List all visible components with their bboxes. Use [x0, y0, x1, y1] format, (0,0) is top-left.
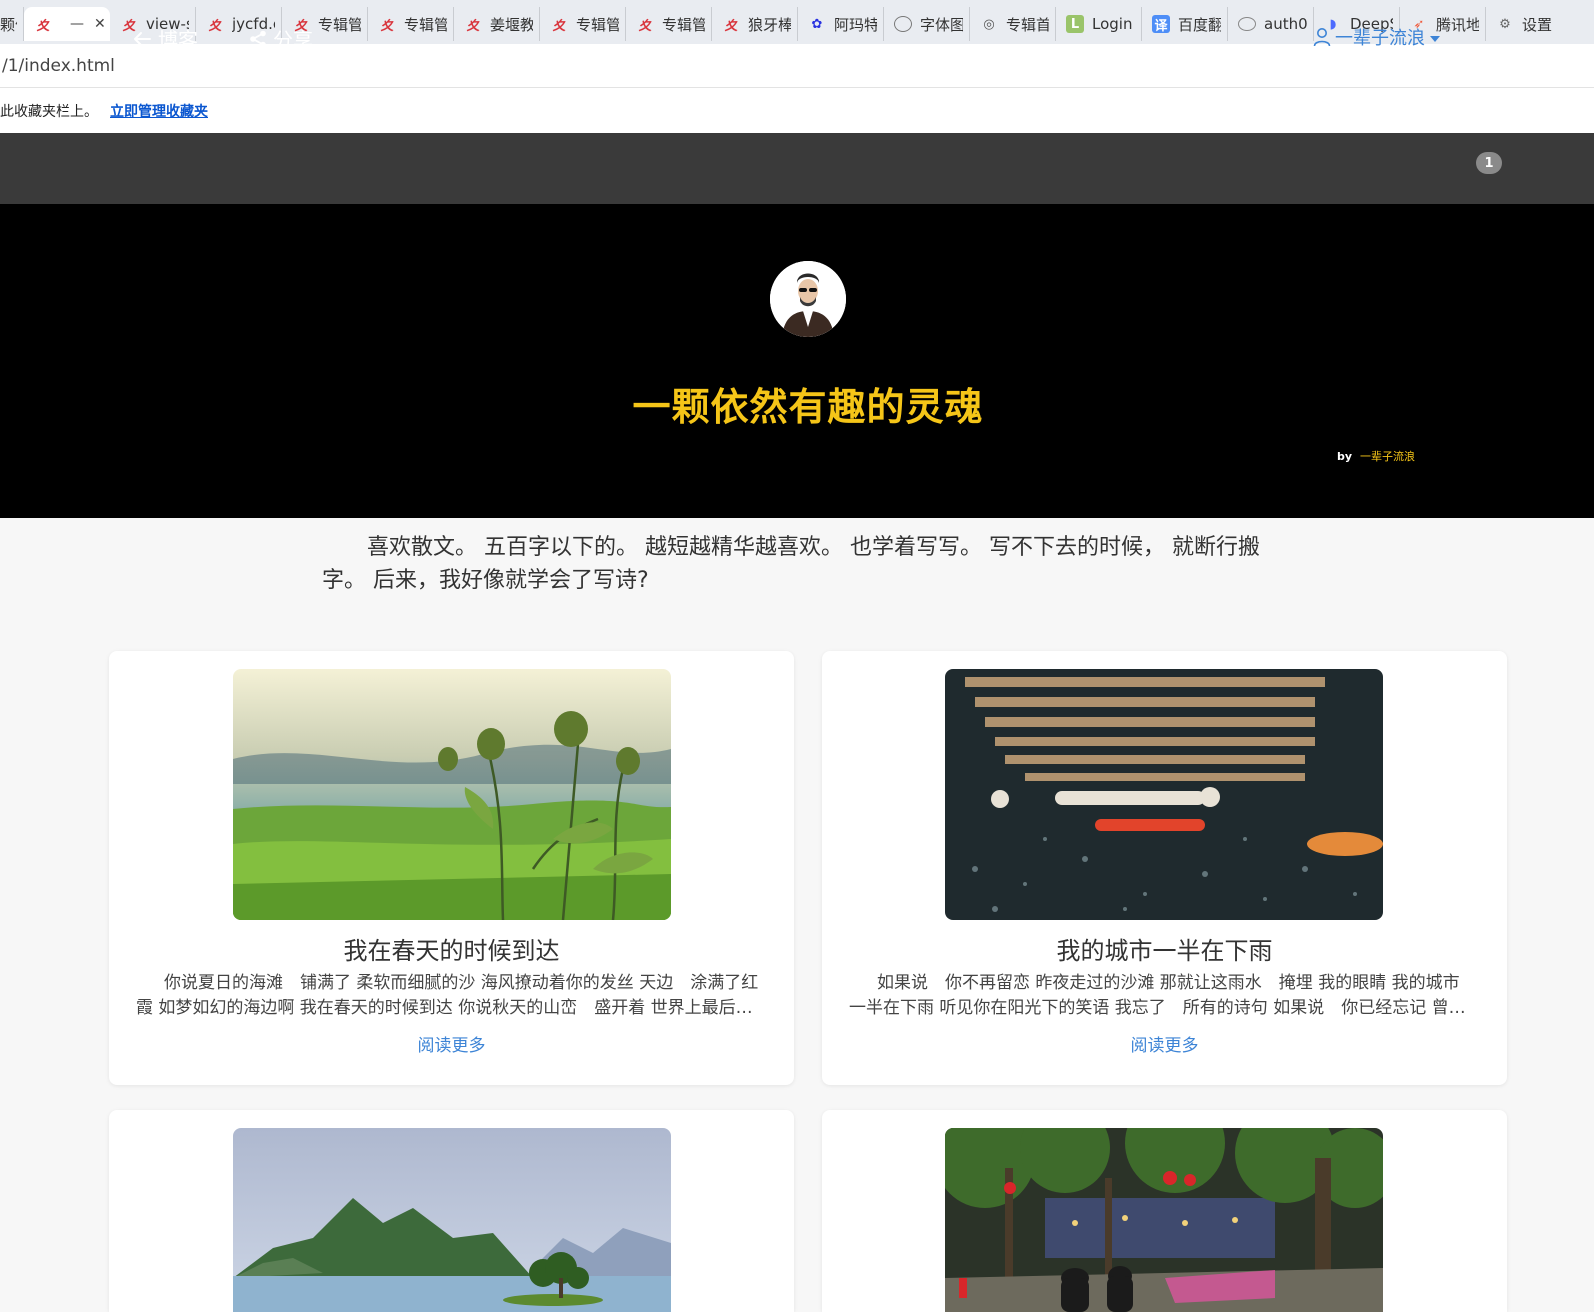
spring-meadow-image — [233, 669, 671, 920]
post-thumbnail[interactable] — [233, 1128, 671, 1312]
tab-title: 专辑首 — [1006, 15, 1049, 34]
gear-icon: ⚙ — [1499, 16, 1511, 32]
post-title[interactable]: 我的城市一半在下雨 — [822, 931, 1507, 966]
intro-paragraph: 喜欢散文。 五百字以下的。 越短越精华越喜欢。 也学着写写。 写不下去的时候， … — [322, 535, 1260, 593]
nav-back-blog[interactable]: 博客 — [132, 24, 198, 53]
translate-icon: 译 — [1152, 15, 1170, 34]
browser-tab[interactable]: 夊 姜堰教 — [454, 7, 540, 41]
chevron-down-icon — [1430, 35, 1440, 42]
baidu-paw-icon: ✿ — [811, 16, 823, 32]
tab-title: 专辑管 — [318, 15, 361, 34]
user-menu-label: 一辈子流浪 — [1335, 28, 1425, 49]
app-logo-icon: 夊 — [724, 18, 738, 34]
tab-title: 专辑管 — [662, 15, 705, 34]
browser-tab[interactable]: 夊 专辑管 — [368, 7, 454, 41]
auth0-icon — [1238, 17, 1256, 31]
read-more-link[interactable]: 阅读更多 — [109, 1031, 794, 1056]
tab-title: 狼牙棒 — [748, 15, 791, 34]
manage-favorites-link[interactable]: 立即管理收藏夹 — [110, 101, 208, 121]
tab-title: 姜堰教 — [490, 15, 533, 34]
app-logo-icon: 夊 — [638, 18, 652, 34]
tab-title: 阿玛特 — [834, 15, 877, 34]
app-logo-icon: 夊 — [466, 18, 480, 34]
browser-tab[interactable]: 夊 专辑管 — [626, 7, 712, 41]
app-logo-icon: 夊 — [552, 18, 566, 34]
browser-tab[interactable]: auth0.c — [1228, 7, 1314, 41]
app-logo-icon: 夊 — [36, 18, 50, 34]
arrow-left-icon — [134, 31, 151, 46]
globe-icon — [894, 16, 912, 32]
nav-back-label: 博客 — [158, 28, 198, 52]
browser-tab[interactable]: 夊 狼牙棒 — [712, 7, 798, 41]
tab-title: 字体图 — [920, 15, 963, 34]
night-street-image — [945, 1128, 1383, 1312]
hero-byline: by 一辈子流浪 — [1337, 448, 1415, 464]
address-bar[interactable]: /1/index.html — [0, 44, 1594, 88]
spiral-icon: ◎ — [983, 16, 995, 32]
hero-title: 一颗依然有趣的灵魂 — [632, 385, 984, 429]
post-thumbnail[interactable] — [945, 1128, 1383, 1312]
browser-tab[interactable]: ◎ 专辑首 — [970, 7, 1056, 41]
tab-title: 颗依 — [0, 15, 17, 34]
mountain-lake-image — [233, 1128, 671, 1312]
notification-badge[interactable]: 1 — [1476, 152, 1502, 174]
avatar-illustration — [770, 261, 846, 337]
post-title[interactable]: 我在春天的时候到达 — [109, 931, 794, 966]
app-logo-icon: 夊 — [208, 18, 222, 34]
browser-tab[interactable]: 颗依 — [0, 7, 24, 41]
browser-tab[interactable]: ✿ 阿玛特 — [798, 7, 884, 41]
nav-share[interactable]: 分享 — [249, 24, 313, 53]
post-card[interactable]: 我在春天的时候到达 你说夏日的海滩 铺满了 柔软而细腻的沙 海风撩动着你的发丝 … — [109, 651, 794, 1085]
browser-tab-active[interactable]: 夊 — ✕ — [24, 7, 110, 41]
browser-tab[interactable]: L Login — [1056, 7, 1142, 41]
close-icon[interactable]: ✕ — [94, 16, 106, 32]
tab-title: 专辑管 — [404, 15, 447, 34]
browser-tab[interactable]: 夊 专辑管 — [540, 7, 626, 41]
post-thumbnail[interactable] — [233, 669, 671, 920]
tab-title: auth0.c — [1264, 15, 1307, 33]
tab-title: 腾讯地 — [1436, 15, 1479, 34]
post-card[interactable] — [822, 1110, 1507, 1312]
tab-title: Login — [1092, 15, 1133, 33]
rainy-city-image — [945, 669, 1383, 920]
favorites-bar-text: 此收藏夹栏上。 — [0, 103, 98, 120]
tab-title: 设置 — [1522, 15, 1553, 34]
byline-author[interactable]: 一辈子流浪 — [1360, 450, 1415, 463]
nav-share-label: 分享 — [273, 28, 313, 52]
post-card[interactable]: 我的城市一半在下雨 如果说 你不再留恋 昨夜走过的沙滩 那就让这雨水 掩埋 我的… — [822, 651, 1507, 1085]
user-icon — [1313, 28, 1331, 47]
post-thumbnail[interactable] — [945, 669, 1383, 920]
site-navbar — [0, 133, 1594, 204]
hero-banner — [0, 204, 1594, 518]
byline-by: by — [1337, 450, 1353, 463]
share-icon — [250, 30, 266, 47]
read-more-link[interactable]: 阅读更多 — [822, 1031, 1507, 1056]
minimize-icon[interactable]: — — [70, 16, 84, 32]
address-url[interactable]: /1/index.html — [0, 56, 115, 76]
post-excerpt: 如果说 你不再留恋 昨夜走过的沙滩 那就让这雨水 掩埋 我的眼睛 我的城市 一半… — [849, 973, 1466, 1018]
app-logo-icon: 夊 — [380, 18, 394, 34]
tab-title: 专辑管 — [576, 15, 619, 34]
login-site-icon: L — [1066, 15, 1084, 33]
browser-tab[interactable]: 译 百度翻 — [1142, 7, 1228, 41]
favorites-bar: 此收藏夹栏上。 立即管理收藏夹 — [0, 88, 1594, 133]
browser-tab[interactable]: 字体图 — [884, 7, 970, 41]
tab-title: 百度翻 — [1178, 15, 1221, 34]
browser-tab[interactable]: ⚙ 设置 — [1486, 7, 1566, 41]
post-card[interactable] — [109, 1110, 794, 1312]
post-excerpt: 你说夏日的海滩 铺满了 柔软而细腻的沙 海风撩动着你的发丝 天边 涂满了红霞 如… — [136, 973, 759, 1018]
user-menu-dropdown[interactable]: 一辈子流浪 — [1313, 24, 1440, 50]
avatar — [770, 261, 846, 337]
